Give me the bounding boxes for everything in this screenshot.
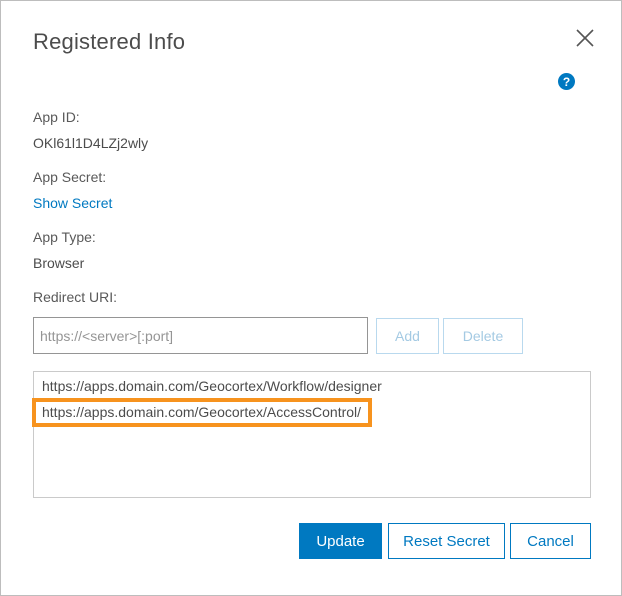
redirect-uri-list[interactable]: https://apps.domain.com/Geocortex/Workfl… — [32, 371, 591, 498]
delete-uri-button[interactable]: Delete — [443, 318, 523, 354]
reset-secret-button[interactable]: Reset Secret — [388, 523, 505, 559]
list-item[interactable]: https://apps.domain.com/Geocortex/Access… — [32, 398, 373, 427]
app-secret-label: App Secret: — [33, 169, 107, 185]
app-type-label: App Type: — [33, 229, 96, 245]
registered-info-dialog: Registered Info ? App ID: OKl61l1D4LZj2w… — [0, 0, 622, 596]
close-icon[interactable] — [573, 26, 597, 50]
show-secret-link[interactable]: Show Secret — [33, 195, 112, 211]
redirect-uri-input[interactable] — [33, 317, 368, 354]
list-item[interactable]: https://apps.domain.com/Geocortex/Workfl… — [42, 378, 382, 394]
help-icon[interactable]: ? — [558, 73, 575, 90]
redirect-uri-label: Redirect URI: — [33, 289, 118, 305]
add-uri-button[interactable]: Add — [376, 318, 439, 354]
app-id-label: App ID: — [33, 109, 80, 125]
app-type-value: Browser — [33, 255, 85, 271]
dialog-title: Registered Info — [33, 29, 186, 54]
cancel-button[interactable]: Cancel — [510, 523, 591, 559]
update-button[interactable]: Update — [299, 523, 382, 559]
app-id-value: OKl61l1D4LZj2wly — [33, 135, 149, 151]
